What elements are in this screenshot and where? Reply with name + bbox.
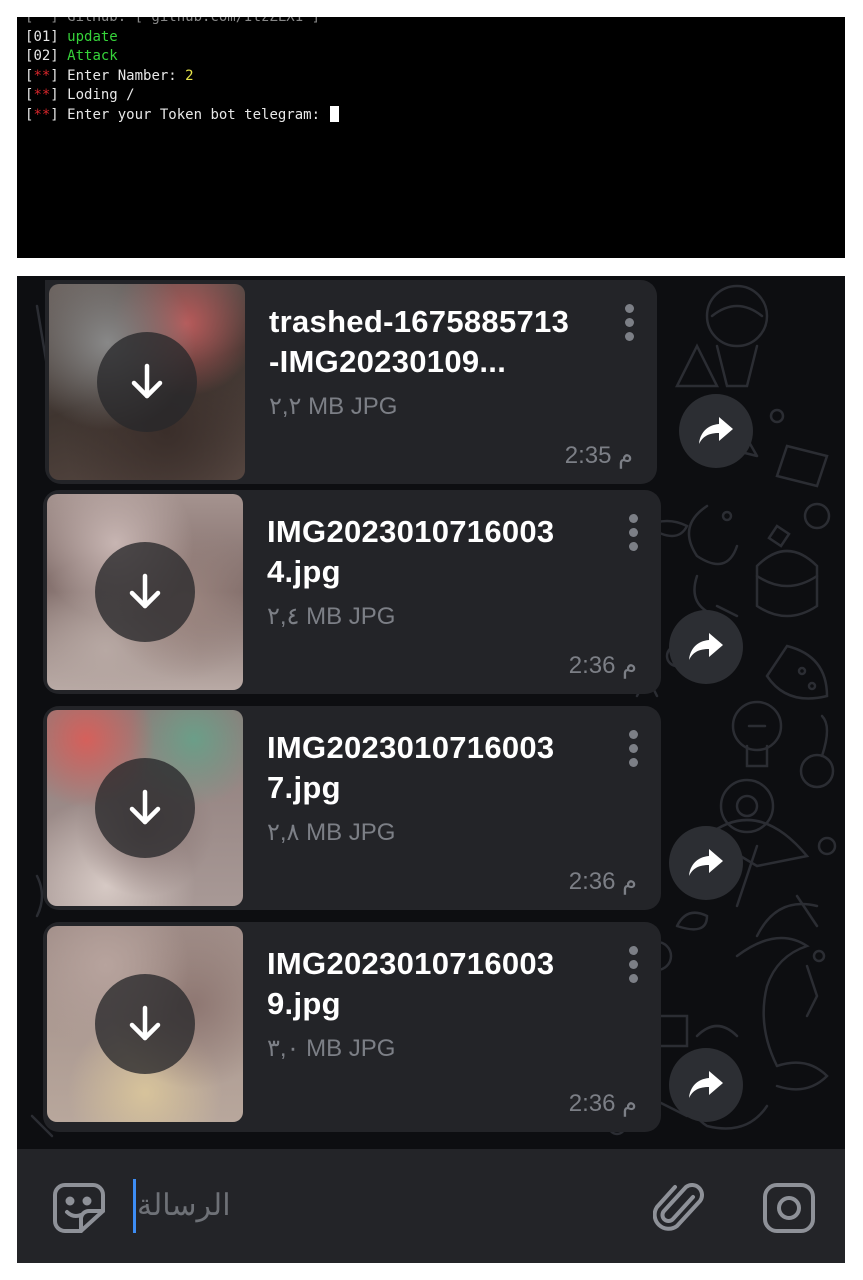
prompt-label: Enter your Token bot telegram: [67, 106, 329, 123]
text-caret [133, 1179, 136, 1233]
file-message[interactable]: IMG2023010716003 9.jpg ٣,٠ MB JPG 2:36 م [43, 922, 661, 1132]
share-button[interactable] [669, 1048, 743, 1122]
file-name-line: 7.jpg [267, 770, 341, 805]
download-button[interactable] [95, 542, 195, 642]
file-name-line: -IMG20230109... [269, 344, 507, 379]
share-button[interactable] [679, 394, 753, 468]
download-button[interactable] [95, 758, 195, 858]
option-text: update [67, 28, 118, 45]
file-message[interactable]: IMG2023010716003 4.jpg ٢,٤ MB JPG 2:36 م [43, 490, 661, 694]
prompt-label: Enter Namber: [67, 67, 186, 84]
image-thumbnail[interactable] [49, 284, 245, 480]
prompt-stars: ** [33, 87, 51, 103]
message-time: 2:36 م [568, 868, 637, 895]
prompt-value: 2 [185, 67, 194, 84]
file-name: IMG2023010716003 4.jpg [267, 512, 597, 592]
message-time: 2:35 م [564, 442, 633, 469]
file-message[interactable]: trashed-1675885713 -IMG20230109... ٢,٢ MB… [45, 280, 657, 484]
option-number: 02 [33, 48, 51, 64]
file-name-line: IMG2023010716003 [267, 730, 555, 765]
option-number: 01 [33, 28, 51, 45]
terminal-option-line: [01] update [25, 28, 118, 45]
file-size: ٢,٤ MB JPG [267, 603, 396, 630]
message-input[interactable]: الرسالة [137, 1181, 231, 1231]
prompt-label: Loding / [67, 87, 135, 103]
share-forward-icon [689, 633, 723, 660]
camera-button[interactable] [761, 1181, 817, 1240]
option-text: Attack [67, 48, 118, 64]
more-vertical-icon[interactable] [625, 304, 635, 344]
terminal-prompt-line: [**] Loding / [25, 87, 135, 103]
share-forward-icon [689, 1071, 723, 1098]
file-name-line: IMG2023010716003 [267, 514, 555, 549]
download-arrow-icon [129, 1005, 161, 1041]
file-name-line: 4.jpg [267, 554, 341, 589]
message-time: 2:36 م [568, 652, 637, 679]
image-thumbnail[interactable] [47, 926, 243, 1122]
file-name-line: 9.jpg [267, 986, 341, 1021]
download-arrow-icon [129, 789, 161, 825]
message-time: 2:36 م [568, 1090, 637, 1117]
paperclip-icon [652, 1183, 704, 1231]
terminal-output: [**] GitHub: [ github.com/ItzZLX1 ] [01]… [25, 17, 340, 126]
file-size: ٢,٨ MB JPG [267, 819, 396, 846]
more-vertical-icon[interactable] [629, 946, 639, 986]
emoji-button[interactable] [51, 1181, 107, 1240]
file-size: ٣,٠ MB JPG [267, 1035, 396, 1062]
image-thumbnail[interactable] [47, 710, 243, 906]
chat-view[interactable]: trashed-1675885713 -IMG20230109... ٢,٢ MB… [17, 276, 845, 1263]
terminal-partial-line: [**] GitHub: [ github.com/ItzZLX1 ] [25, 17, 321, 25]
more-vertical-icon[interactable] [629, 514, 639, 554]
terminal-cursor[interactable] [330, 105, 340, 122]
download-button[interactable] [95, 974, 195, 1074]
download-arrow-icon [131, 363, 163, 399]
file-name: trashed-1675885713 -IMG20230109... [269, 302, 599, 382]
share-forward-icon [699, 417, 733, 444]
download-arrow-icon [129, 573, 161, 609]
download-button[interactable] [97, 332, 197, 432]
terminal-prompt-line: [**] Enter Namber: 2 [25, 67, 194, 84]
terminal-prompt-line[interactable]: [**] Enter your Token bot telegram: [25, 105, 340, 126]
more-vertical-icon[interactable] [629, 730, 639, 770]
share-button[interactable] [669, 826, 743, 900]
prompt-stars: ** [33, 67, 51, 84]
share-button[interactable] [669, 610, 743, 684]
file-name: IMG2023010716003 9.jpg [267, 944, 597, 1024]
file-message[interactable]: IMG2023010716003 7.jpg ٢,٨ MB JPG 2:36 م [43, 706, 661, 910]
share-forward-icon [689, 849, 723, 876]
sticker-emoji-icon [53, 1183, 105, 1233]
image-thumbnail[interactable] [47, 494, 243, 690]
camera-icon [763, 1183, 815, 1233]
file-size: ٢,٢ MB JPG [269, 393, 398, 420]
message-input-bar: الرسالة [17, 1149, 845, 1263]
terminal-option-line: [02] Attack [25, 48, 118, 64]
attach-button[interactable] [652, 1179, 707, 1240]
terminal-window: [**] GitHub: [ github.com/ItzZLX1 ] [01]… [17, 17, 845, 258]
file-name-line: trashed-1675885713 [269, 304, 570, 339]
prompt-stars: ** [33, 106, 51, 123]
file-name-line: IMG2023010716003 [267, 946, 555, 981]
file-name: IMG2023010716003 7.jpg [267, 728, 597, 808]
